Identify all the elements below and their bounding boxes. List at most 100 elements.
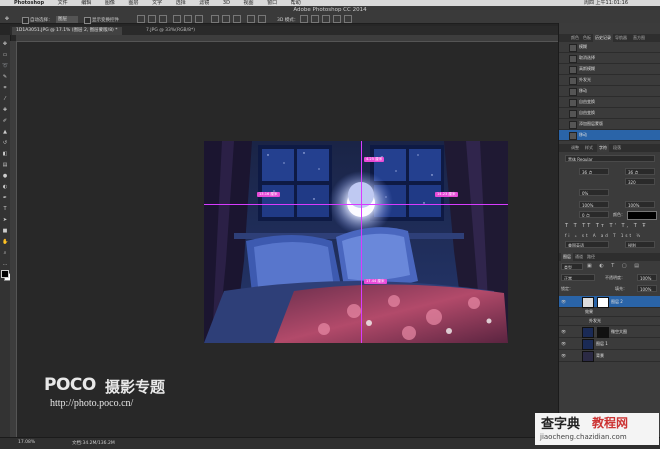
leading-field[interactable]: 36 点 bbox=[625, 168, 655, 175]
marquee-tool-icon[interactable]: ▭ bbox=[2, 52, 8, 58]
vertical-scale-field[interactable]: 100% bbox=[579, 201, 609, 208]
distribute-top-icon[interactable] bbox=[211, 15, 219, 23]
visibility-eye-icon[interactable]: 👁 bbox=[561, 353, 566, 358]
distribute-hcenter-icon[interactable] bbox=[258, 15, 266, 23]
foreground-color-swatch[interactable] bbox=[1, 270, 9, 278]
lasso-tool-icon[interactable]: ➰ bbox=[2, 63, 8, 69]
language-select[interactable]: 美国英语 bbox=[565, 241, 609, 248]
layer-filter-icons[interactable]: ▣ ◐ T ▢ ▤ bbox=[587, 263, 657, 270]
healing-tool-icon[interactable]: ✚ bbox=[2, 107, 8, 113]
move-tool-icon[interactable]: ✥ bbox=[4, 16, 10, 22]
3d-roll-icon[interactable] bbox=[311, 15, 319, 23]
visibility-eye-icon[interactable]: 👁 bbox=[561, 329, 566, 334]
align-top-icon[interactable] bbox=[137, 15, 145, 23]
document-canvas-photo[interactable]: 4.25 厘米 13.16 厘米 14.23 厘米 17.44 厘米 bbox=[204, 141, 508, 343]
tab-character[interactable]: 字符 bbox=[597, 144, 609, 152]
distribute-left-icon[interactable] bbox=[247, 15, 255, 23]
more-tools-icon[interactable]: … bbox=[2, 261, 8, 267]
distribute-vcenter-icon[interactable] bbox=[222, 15, 230, 23]
history-item[interactable]: 移动 bbox=[559, 86, 660, 97]
layer-effect-outer-glow[interactable]: 外发光 bbox=[559, 317, 660, 326]
antialias-select[interactable]: 锐利 bbox=[625, 241, 655, 248]
history-item[interactable]: 外发光 bbox=[559, 75, 660, 86]
tab-color[interactable]: 颜色 bbox=[569, 34, 581, 42]
history-brush-icon[interactable]: ↺ bbox=[2, 140, 8, 146]
eraser-tool-icon[interactable]: ◧ bbox=[2, 151, 8, 157]
tab-layers[interactable]: 图层 bbox=[561, 253, 573, 261]
align-left-icon[interactable] bbox=[173, 15, 181, 23]
opentype-buttons[interactable]: fi ℴ st A ad T 1st ½ bbox=[565, 233, 655, 240]
gradient-tool-icon[interactable]: ▤ bbox=[2, 162, 8, 168]
pen-tool-icon[interactable]: ✒ bbox=[2, 195, 8, 201]
vertical-ruler[interactable] bbox=[10, 41, 17, 437]
eyedropper-tool-icon[interactable]: ⁄ bbox=[2, 96, 8, 102]
3d-rotate-icon[interactable] bbox=[300, 15, 308, 23]
baseline-shift-field[interactable]: 0 点 bbox=[579, 211, 609, 218]
blur-tool-icon[interactable]: ● bbox=[2, 173, 8, 179]
fill-field[interactable]: 100% bbox=[637, 285, 657, 292]
tab-paragraph[interactable]: 段落 bbox=[611, 144, 623, 152]
history-item[interactable]: 模糊 bbox=[559, 42, 660, 53]
layer-name[interactable]: 背景 bbox=[596, 353, 604, 358]
opacity-field[interactable]: 100% bbox=[637, 274, 657, 281]
auto-select-checkbox[interactable] bbox=[22, 17, 29, 24]
auto-select-dropdown[interactable]: 图层 bbox=[56, 16, 78, 23]
crop-tool-icon[interactable]: ⌗ bbox=[2, 85, 8, 91]
hand-tool-icon[interactable]: ✋ bbox=[2, 239, 8, 245]
tab-swatches[interactable]: 色板 bbox=[581, 34, 593, 42]
layer-mask-thumbnail[interactable] bbox=[597, 327, 609, 338]
visibility-eye-icon[interactable]: 👁 bbox=[561, 299, 566, 304]
tab-channels[interactable]: 通道 bbox=[573, 253, 585, 261]
show-transform-checkbox[interactable] bbox=[84, 17, 91, 24]
align-vcenter-icon[interactable] bbox=[148, 15, 156, 23]
type-tool-icon[interactable]: T bbox=[2, 206, 8, 212]
tab-paths[interactable]: 路径 bbox=[585, 253, 597, 261]
tracking-field[interactable]: 320 bbox=[625, 178, 655, 185]
align-bottom-icon[interactable] bbox=[159, 15, 167, 23]
history-item[interactable]: 高斯模糊 bbox=[559, 64, 660, 75]
brush-tool-icon[interactable]: ✐ bbox=[2, 118, 8, 124]
layer-effects-row[interactable]: 效果 bbox=[559, 308, 660, 317]
vertical-guide[interactable] bbox=[361, 141, 362, 343]
history-item[interactable]: 添加图层蒙版 bbox=[559, 119, 660, 130]
dodge-tool-icon[interactable]: ◐ bbox=[2, 184, 8, 190]
horizontal-ruler[interactable] bbox=[16, 35, 558, 42]
text-color-swatch[interactable] bbox=[627, 211, 657, 220]
zoom-tool-icon[interactable]: ⌕ bbox=[2, 250, 8, 256]
layer-name[interactable]: 图层 1 bbox=[596, 341, 608, 346]
3d-slide-icon[interactable] bbox=[333, 15, 341, 23]
tab-styles[interactable]: 样式 bbox=[583, 144, 595, 152]
zoom-level[interactable]: 17.08% bbox=[18, 440, 35, 445]
distribute-bottom-icon[interactable] bbox=[233, 15, 241, 23]
layer-row[interactable]: 👁 微空大图 bbox=[559, 326, 660, 338]
3d-scale-icon[interactable] bbox=[344, 15, 352, 23]
horizontal-scale-field[interactable]: 100% bbox=[625, 201, 655, 208]
history-item-active[interactable]: 移动 bbox=[559, 130, 660, 141]
type-style-buttons[interactable]: T T TT Tт T' T, T Ŧ bbox=[565, 223, 655, 232]
layer-row-active[interactable]: 👁 图层 2 bbox=[559, 296, 660, 308]
path-select-tool-icon[interactable]: ➤ bbox=[2, 217, 8, 223]
history-item[interactable]: 自由变换 bbox=[559, 97, 660, 108]
font-size-field[interactable]: 36 点 bbox=[579, 168, 609, 175]
align-hcenter-icon[interactable] bbox=[184, 15, 192, 23]
history-item[interactable]: 取消选择 bbox=[559, 53, 660, 64]
doc-tab-active[interactable]: 1D1A3051.JPG @ 17.1% (图层 2, 图层蒙版/8) * bbox=[12, 27, 122, 35]
layer-mask-thumbnail[interactable] bbox=[597, 297, 609, 308]
blend-mode-select[interactable]: 正常 bbox=[561, 274, 595, 281]
quick-select-tool-icon[interactable]: ✎ bbox=[2, 74, 8, 80]
layer-name[interactable]: 图层 2 bbox=[611, 299, 623, 304]
tab-adjustments[interactable]: 调整 bbox=[569, 144, 581, 152]
align-right-icon[interactable] bbox=[195, 15, 203, 23]
tab-histogram[interactable]: 直方图 bbox=[631, 34, 647, 42]
tab-history[interactable]: 历史记录 bbox=[593, 34, 613, 42]
layer-filter-kind[interactable]: 类型 bbox=[561, 263, 583, 270]
horizontal-guide[interactable] bbox=[204, 204, 508, 205]
kerning-field[interactable]: 0% bbox=[579, 189, 609, 196]
layer-row[interactable]: 👁 背景 bbox=[559, 350, 660, 362]
move-tool-icon[interactable]: ✥ bbox=[2, 41, 8, 47]
stamp-tool-icon[interactable]: ▲ bbox=[2, 129, 8, 135]
shape-tool-icon[interactable]: ■ bbox=[2, 228, 8, 234]
layer-name[interactable]: 微空大图 bbox=[611, 329, 627, 334]
font-family-select[interactable]: 黑体 Regular bbox=[565, 155, 655, 162]
visibility-eye-icon[interactable]: 👁 bbox=[561, 341, 566, 346]
